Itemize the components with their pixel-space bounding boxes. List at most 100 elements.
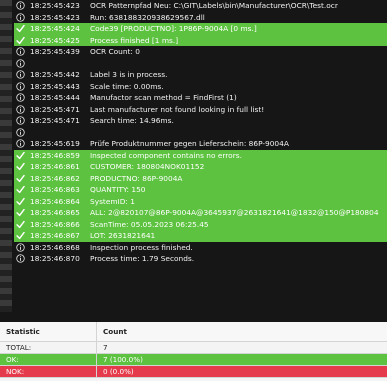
statistics-row-nok: NOK: 0 (0.0%) xyxy=(0,366,387,378)
log-message: Inspected component contains no errors. xyxy=(90,150,242,160)
info-icon xyxy=(14,13,26,22)
info-icon xyxy=(14,105,26,114)
info-icon xyxy=(14,93,26,102)
log-message: CUSTOMER: 180804NOK01152 xyxy=(90,162,205,171)
log-timestamp: 18:25:46:864 xyxy=(30,196,80,206)
log-row[interactable]: 18:25:45:442 Label 3 is in process. xyxy=(14,69,387,81)
statistic-column-header[interactable]: Statistic xyxy=(0,322,97,341)
log-timestamp: 18:25:45:471 xyxy=(30,104,80,114)
log-timestamp: 18:25:45:442 xyxy=(30,70,80,79)
log-row[interactable] xyxy=(14,58,387,70)
info-icon xyxy=(14,128,26,137)
log-timestamp: 18:25:45:424 xyxy=(30,24,80,33)
statistics-label: TOTAL: xyxy=(0,342,97,353)
checkmark-icon xyxy=(14,220,26,229)
log-list[interactable]: 18:25:45:423 OCR Patternpfad Neu: C:\GIT\… xyxy=(14,0,387,312)
log-timestamp: 18:25:46:870 xyxy=(30,254,80,263)
log-timestamp: 18:25:46:863 xyxy=(30,185,80,194)
log-row[interactable]: 18:25:46:870 Process time: 1.79 Seconds. xyxy=(14,253,387,265)
checkmark-icon xyxy=(14,174,26,183)
checkmark-icon xyxy=(14,185,26,194)
log-timestamp: 18:25:46:865 xyxy=(30,208,80,217)
log-timestamp: 18:25:46:866 xyxy=(30,219,80,229)
log-row[interactable]: 18:25:45:423 OCR Patternpfad Neu: C:\GIT\… xyxy=(14,0,387,12)
statistics-label: NOK: xyxy=(0,366,97,377)
info-icon xyxy=(14,243,26,252)
log-timestamp: 18:25:45:425 xyxy=(30,35,80,45)
log-row[interactable]: 18:25:46:863 QUANTITY: 150 xyxy=(14,184,387,196)
log-message: Process finished [1 ms.] xyxy=(90,35,179,45)
log-timestamp: 18:25:45:471 xyxy=(30,116,80,125)
info-icon xyxy=(14,70,26,79)
log-row[interactable]: 18:25:45:444 Manufactor scan method = Fin… xyxy=(14,92,387,104)
log-timestamp: 18:25:45:423 xyxy=(30,1,80,10)
checkmark-icon xyxy=(14,197,26,206)
log-row[interactable]: 18:25:46:865 ALL: 2@820107@86P-9004A@3645… xyxy=(14,207,387,219)
log-row[interactable]: 18:25:45:423 Run: 638188320938629567.dll xyxy=(14,12,387,24)
log-timestamp: 18:25:46:861 xyxy=(30,162,80,171)
log-message: OCR Patternpfad Neu: C:\GIT\Labels\bin\M… xyxy=(90,1,338,10)
log-message: PRODUCTNO: 86P-9004A xyxy=(90,173,183,183)
info-icon xyxy=(14,116,26,125)
checkmark-icon xyxy=(14,24,26,33)
window-edge xyxy=(0,0,12,312)
log-timestamp: 18:25:46:867 xyxy=(30,231,80,240)
log-message: Code39 [PRODUCTNO]: 1P86P-9004A [0 ms.] xyxy=(90,24,257,33)
statistics-count: 7 (100.0%) xyxy=(103,355,143,364)
log-row[interactable]: 18:25:46:868 Inspection process finished. xyxy=(14,242,387,254)
log-message: Label 3 is in process. xyxy=(90,70,168,79)
checkmark-icon xyxy=(14,151,26,160)
log-message: Last manufacturer not found looking in f… xyxy=(90,104,265,114)
log-message: Manufactor scan method = FindFirst (1) xyxy=(90,93,237,102)
log-row[interactable]: 18:25:46:866 ScanTime: 05.05.2023 06:25.4… xyxy=(14,218,387,230)
log-message: Search time: 14.96ms. xyxy=(90,116,174,125)
log-timestamp: 18:25:45:619 xyxy=(30,139,80,148)
statistics-count: 7 xyxy=(103,343,108,352)
info-icon xyxy=(14,254,26,263)
checkmark-icon xyxy=(14,208,26,217)
log-timestamp: 18:25:46:862 xyxy=(30,173,80,183)
log-message: SystemID: 1 xyxy=(90,196,135,206)
log-row[interactable] xyxy=(14,127,387,139)
checkmark-icon xyxy=(14,231,26,240)
log-message: Inspection process finished. xyxy=(90,242,193,252)
log-row[interactable]: 18:25:46:864 SystemID: 1 xyxy=(14,195,387,207)
log-timestamp: 18:25:45:439 xyxy=(30,47,80,56)
log-timestamp: 18:25:46:868 xyxy=(30,242,80,252)
statistics-row-total: TOTAL: 7 xyxy=(0,342,387,354)
statistics-count: 0 (0.0%) xyxy=(103,367,134,376)
log-row[interactable]: 18:25:45:471 Search time: 14.96ms. xyxy=(14,115,387,127)
statistics-label: OK: xyxy=(0,354,97,365)
ocr-inspection-window: 18:25:45:423 OCR Patternpfad Neu: C:\GIT\… xyxy=(0,0,387,381)
info-icon xyxy=(14,59,26,68)
log-row[interactable]: 18:25:45:443 Scale time: 0.00ms. xyxy=(14,81,387,93)
log-message: Scale time: 0.00ms. xyxy=(90,81,164,91)
log-timestamp: 18:25:45:423 xyxy=(30,12,80,22)
info-icon xyxy=(14,82,26,91)
log-row[interactable]: 18:25:46:867 LOT: 2631821641 xyxy=(14,230,387,242)
log-row[interactable]: 18:25:46:861 CUSTOMER: 180804NOK01152 xyxy=(14,161,387,173)
info-icon xyxy=(14,1,26,10)
log-row[interactable]: 18:25:45:439 OCR Count: 0 xyxy=(14,46,387,58)
log-message: ScanTime: 05.05.2023 06:25.45 xyxy=(90,219,209,229)
log-message: Process time: 1.79 Seconds. xyxy=(90,254,195,263)
log-row[interactable]: 18:25:45:619 Prüfe Produktnummer gegen Li… xyxy=(14,138,387,150)
log-message: QUANTITY: 150 xyxy=(90,185,146,194)
log-timestamp: 18:25:46:859 xyxy=(30,150,80,160)
log-timestamp: 18:25:45:444 xyxy=(30,93,80,102)
log-message: Prüfe Produktnummer gegen Lieferschein: … xyxy=(90,139,289,148)
checkmark-icon xyxy=(14,162,26,171)
log-row[interactable]: 18:25:46:862 PRODUCTNO: 86P-9004A xyxy=(14,172,387,184)
statistics-table: Statistic Count TOTAL: 7 OK: 7 (100.0%) … xyxy=(0,322,387,381)
log-message: ALL: 2@820107@86P-9004A@3645937@26318216… xyxy=(90,208,379,217)
statistics-header-row: Statistic Count xyxy=(0,322,387,342)
log-row[interactable]: 18:25:45:425 Process finished [1 ms.] xyxy=(14,34,387,46)
log-row[interactable]: 18:25:45:424 Code39 [PRODUCTNO]: 1P86P-90… xyxy=(14,23,387,35)
log-timestamp: 18:25:45:443 xyxy=(30,81,80,91)
log-row[interactable]: 18:25:46:859 Inspected component contains… xyxy=(14,149,387,161)
count-column-header[interactable]: Count xyxy=(97,322,387,341)
log-row[interactable]: 18:25:45:471 Last manufacturer not found … xyxy=(14,104,387,116)
info-icon xyxy=(14,47,26,56)
checkmark-icon xyxy=(14,36,26,45)
info-icon xyxy=(14,139,26,148)
